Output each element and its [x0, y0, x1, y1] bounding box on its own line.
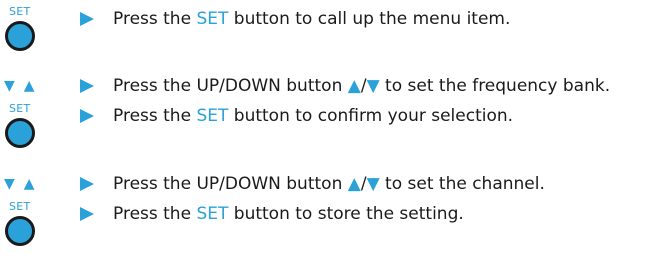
step-text: Press the SET button to call up the menu… — [113, 6, 510, 32]
down-arrow-icon: ▼ — [366, 76, 380, 96]
up-down-glyphs: ▼ ▲ — [4, 177, 35, 191]
play-arrow-icon — [80, 177, 94, 191]
down-arrow-icon: ▼ — [4, 176, 15, 192]
step-text-pre: Press the — [113, 106, 197, 126]
step-text: Press the SET button to confirm your sel… — [113, 103, 513, 129]
up-arrow-icon: ▲ — [23, 176, 35, 192]
set-highlight: SET — [196, 204, 229, 224]
step-text: Press the SET button to store the settin… — [113, 201, 464, 227]
step-text-post: to set the channel. — [379, 174, 545, 194]
set-label: SET — [9, 200, 31, 213]
up-arrow-icon: ▲ — [23, 78, 35, 94]
set-knob-icon — [5, 216, 35, 246]
play-arrow-icon — [80, 109, 94, 123]
step-text-post: button to store the setting. — [228, 204, 464, 224]
set-knob-icon — [5, 21, 35, 51]
set-highlight: SET — [196, 9, 229, 29]
step-text-post: button to confirm your selection. — [228, 106, 514, 126]
play-arrow-icon — [80, 79, 94, 93]
up-down-glyphs: ▼ ▲ — [4, 79, 35, 93]
down-arrow-icon: ▼ — [4, 78, 15, 94]
step-text-pre: Press the — [113, 9, 197, 29]
down-arrow-icon: ▼ — [366, 174, 380, 194]
set-knob-icon — [5, 118, 35, 148]
up-arrow-icon: ▲ — [347, 174, 361, 194]
step-text-pre: Press the — [113, 204, 197, 224]
step-text: Press the UP/DOWN button ▲/▼ to set the … — [113, 73, 610, 99]
step-text-post: button to call up the menu item. — [228, 9, 511, 29]
up-arrow-icon: ▲ — [347, 76, 361, 96]
play-arrow-icon — [80, 12, 94, 26]
step-text-post: to set the frequency bank. — [379, 76, 611, 96]
set-label: SET — [9, 5, 31, 18]
set-label: SET — [9, 102, 31, 115]
step-text-pre: Press the UP/DOWN button — [113, 76, 348, 96]
set-highlight: SET — [196, 106, 229, 126]
instruction-page: { "colors": { "accent": "#2aa1d8", "text… — [0, 0, 659, 257]
play-arrow-icon — [80, 207, 94, 221]
step-text: Press the UP/DOWN button ▲/▼ to set the … — [113, 171, 545, 197]
step-text-pre: Press the UP/DOWN button — [113, 174, 348, 194]
